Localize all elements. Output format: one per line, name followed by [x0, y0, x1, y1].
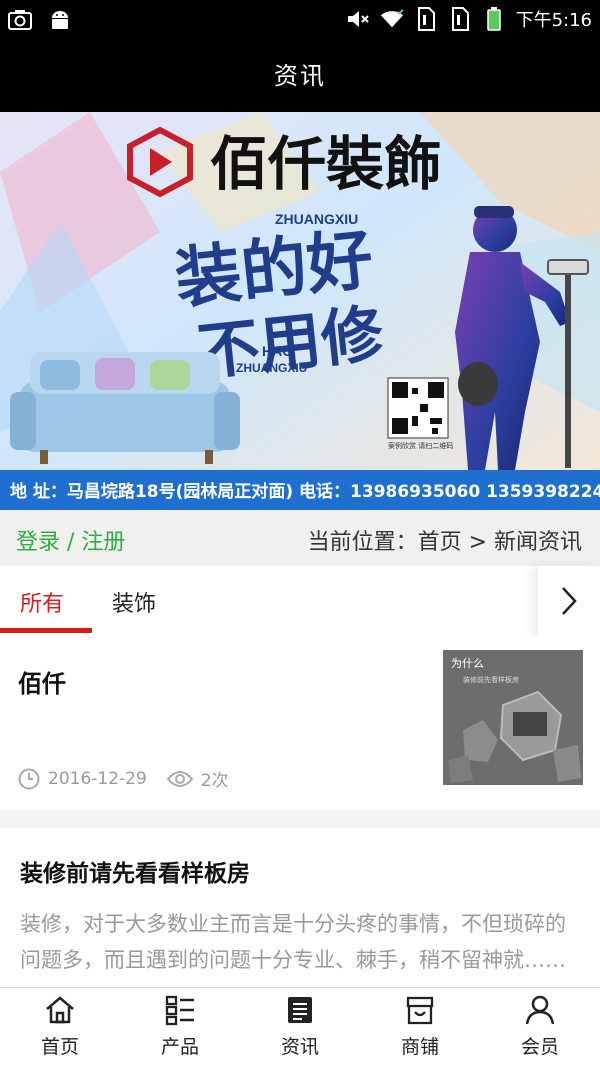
nav-member-label: 会员 — [520, 1036, 559, 1058]
thumbnail-title: 为什么 — [451, 657, 484, 670]
nav-home-label: 首页 — [40, 1036, 79, 1058]
breadcrumb[interactable]: 当前位置：首页 > 新闻资讯 — [308, 524, 582, 556]
nav-news-label: 资讯 — [280, 1036, 319, 1058]
address-bar: 地 址：马昌垸路18号(园林局正对面) 电话：13986935060 13593… — [10, 481, 600, 502]
article-meta: 2016-12-29 2次 — [18, 766, 229, 791]
tab-all[interactable]: 所有 — [20, 586, 64, 618]
tabs-next-button[interactable] — [538, 566, 600, 636]
shop-icon — [406, 996, 434, 1025]
thumbnail-caption: 装修前先看样板房 — [463, 675, 519, 684]
tab-decoration[interactable]: 装饰 — [112, 586, 156, 618]
sofa-illustration — [10, 352, 240, 464]
nav-products[interactable]: 产品 — [120, 988, 240, 1067]
eye-icon — [166, 770, 193, 787]
qr-caption: 案例欣赏 请扫二维码 — [388, 441, 453, 450]
article-card[interactable]: 佰仟 2016-12-29 2次 为什么 装修前先看样板房 — [0, 636, 600, 810]
page-title: 资讯 — [274, 62, 326, 90]
home-icon — [46, 996, 74, 1024]
article-title: 装修前请先看看样板房 — [20, 861, 250, 887]
user-icon — [525, 995, 555, 1025]
article-thumbnail[interactable]: 为什么 装修前先看样板房 — [443, 650, 583, 785]
title-bar: 资讯 — [0, 40, 600, 112]
promo-banner[interactable]: 佰仟裝飾 ZHUANGXIU 装的好 不用修 HAO ZHUANGXIU 案例欣… — [0, 112, 600, 510]
nav-member[interactable]: 会员 — [480, 988, 600, 1067]
active-tab-indicator — [0, 628, 92, 633]
nav-news[interactable]: 资讯 — [240, 988, 360, 1067]
status-bar: 下午5:16 — [0, 0, 600, 40]
sim-1-icon — [414, 7, 438, 31]
article-card[interactable]: 装修前请先看看样板房 装修，对于大多数业主而言是十分头疼的事情，不但琐碎的问题多… — [0, 828, 600, 988]
sim-2-icon — [448, 7, 472, 31]
location-strip: 登录 / 注册 当前位置：首页 > 新闻资讯 — [0, 510, 600, 566]
wifi-icon — [380, 7, 404, 31]
article-date: 2016-12-29 — [48, 768, 147, 789]
category-tabs: 所有 装饰 — [0, 566, 600, 636]
clock: 下午5:16 — [515, 10, 592, 31]
brand-name: 佰仟裝飾 — [210, 130, 442, 198]
pinyin-bottom: ZHUANGXIU — [236, 361, 307, 375]
pinyin-hao: HAO — [262, 343, 293, 359]
news-icon — [288, 997, 312, 1023]
article-views: 2次 — [200, 771, 229, 791]
login-register-link[interactable]: 登录 / 注册 — [16, 524, 125, 556]
article-summary: 装修，对于大多数业主而言是十分头疼的事情，不但琐碎的问题多，而且遇到的问题十分专… — [20, 912, 566, 972]
list-icon — [165, 995, 194, 1026]
nav-shop[interactable]: 商铺 — [360, 988, 480, 1067]
bottom-navigation: 首页 产品 资讯 商铺 会员 — [0, 987, 600, 1067]
nav-shop-label: 商铺 — [400, 1036, 439, 1058]
nav-products-label: 产品 — [160, 1036, 199, 1058]
clock-icon — [18, 768, 40, 789]
battery-icon — [482, 7, 506, 31]
article-title: 佰仟 — [18, 670, 66, 698]
screenshot-icon — [8, 8, 32, 32]
chevron-right-icon — [562, 587, 577, 615]
mute-icon — [346, 7, 370, 31]
android-icon — [48, 8, 72, 32]
nav-home[interactable]: 首页 — [0, 988, 120, 1067]
